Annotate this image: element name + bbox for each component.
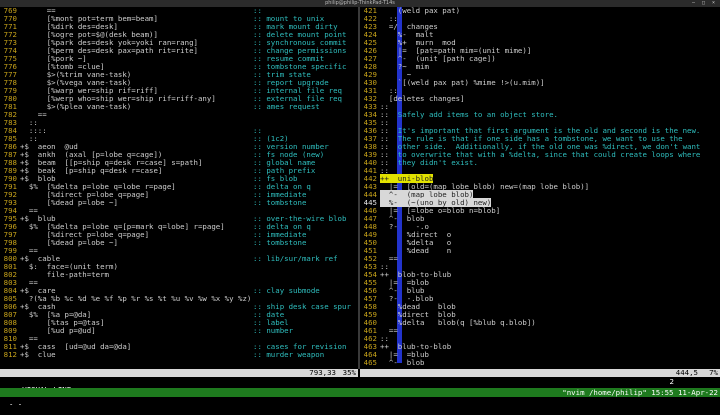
code-line[interactable]: 782 ==	[0, 111, 358, 119]
tmux-status-bar: [0] 0:nvim*Z 1:nash-client- 2:fish "nvim…	[0, 388, 720, 406]
code-comment: :: lib/sur/mark ref	[253, 254, 338, 263]
right-editor-pane[interactable]: 421 (weld pax pat) 422 :: 423 =/ changes 42…	[360, 7, 720, 369]
code-line[interactable]: 784 ::::::	[0, 127, 358, 135]
window-controls: – □ ×	[691, 1, 716, 6]
code-line[interactable]: 809 [%ud p=@ud]:: number	[0, 327, 358, 335]
code-line[interactable]: 440:: they didn't exist.	[360, 159, 720, 167]
line-number: 812	[3, 350, 17, 359]
command-line[interactable]: -- VISUAL LINE -- 2	[0, 377, 720, 394]
code-comment: they didn't exist.	[388, 158, 478, 167]
code-text: %delta blob(q [%blub q.blob])	[380, 318, 536, 327]
code-line[interactable]: 783 ::	[0, 119, 358, 127]
terminal-bottom	[0, 397, 720, 404]
right-status-line: pkg/arvo/sys/vane/clay.hoon 444,5 7%	[360, 368, 720, 385]
code-line[interactable]: 451 %dead n	[360, 247, 720, 255]
code-line[interactable]: 432 [deletes changes]	[360, 95, 720, 103]
code-line[interactable]: 428 ?~ mim	[360, 63, 720, 71]
code-line[interactable]: 781 $>(%plea vane-task):: ames request	[0, 103, 358, 111]
code-line[interactable]: 421 (weld pax pat)	[360, 7, 720, 15]
maximize-icon[interactable]: □	[701, 1, 706, 6]
code-comment: :: number	[253, 326, 294, 335]
tmux-info: "nvim /home/philip" 15:55 11-Apr-22	[562, 388, 718, 397]
code-comment: :: tombstone	[253, 238, 307, 247]
code-comment: :: clay submode	[253, 286, 320, 295]
code-line[interactable]: 793 [%dead p=lobe ~]:: tombstone	[0, 199, 358, 207]
code-line[interactable]: 452 ==	[360, 255, 720, 263]
code-comment: :: ames request	[253, 102, 320, 111]
code-comment: :: murder weapon	[253, 350, 325, 359]
code-text: [deletes changes]	[380, 94, 465, 103]
code-comment: Safely add items to an object store.	[388, 110, 558, 119]
minimize-icon[interactable]: –	[691, 1, 696, 6]
code-line[interactable]: 434:: Safely add items to an object stor…	[360, 111, 720, 119]
code-comment: :: tombstone	[253, 198, 307, 207]
code-text: `[(weld pax pat) %mime !>(u.mim)]	[380, 78, 545, 87]
right-status-pos: 444,5	[675, 368, 698, 377]
left-status-pos: 793,33	[309, 368, 336, 377]
code-line[interactable]: 460 %delta blob(q [%blub q.blob])	[360, 319, 720, 327]
left-status-pct: 35%	[342, 368, 356, 377]
code-line[interactable]: 798 [%dead p=lobe ~]:: tombstone	[0, 239, 358, 247]
left-editor-pane[interactable]: 769 ==:: 770 [%mont pot=term bem=beam]:: …	[0, 7, 358, 369]
left-status-line: pkg/arvo/sys/lull.hoon [+] 793,33 35%	[0, 368, 358, 385]
right-status-pct: 7%	[709, 368, 718, 377]
code-line[interactable]: 812 +$ clue:: murder weapon	[0, 351, 358, 359]
window-titlebar: philip@philip-ThinkPad-T14s – □ ×	[0, 0, 720, 7]
code-line[interactable]: 465 ^- blob	[360, 359, 720, 367]
code-line[interactable]: 802 file-path=term	[0, 271, 358, 279]
code-line[interactable]: 461 ==	[360, 327, 720, 335]
code-text: +$ clue	[20, 350, 56, 359]
window-title: philip@philip-ThinkPad-T14s	[325, 0, 395, 6]
line-number: 465	[363, 358, 377, 367]
code-text: ^- blob	[380, 358, 425, 367]
code-line[interactable]: 430 `[(weld pax pat) %mime !>(u.mim)]	[360, 79, 720, 87]
selection-count: 2	[669, 377, 674, 386]
close-icon[interactable]: ×	[711, 1, 716, 6]
